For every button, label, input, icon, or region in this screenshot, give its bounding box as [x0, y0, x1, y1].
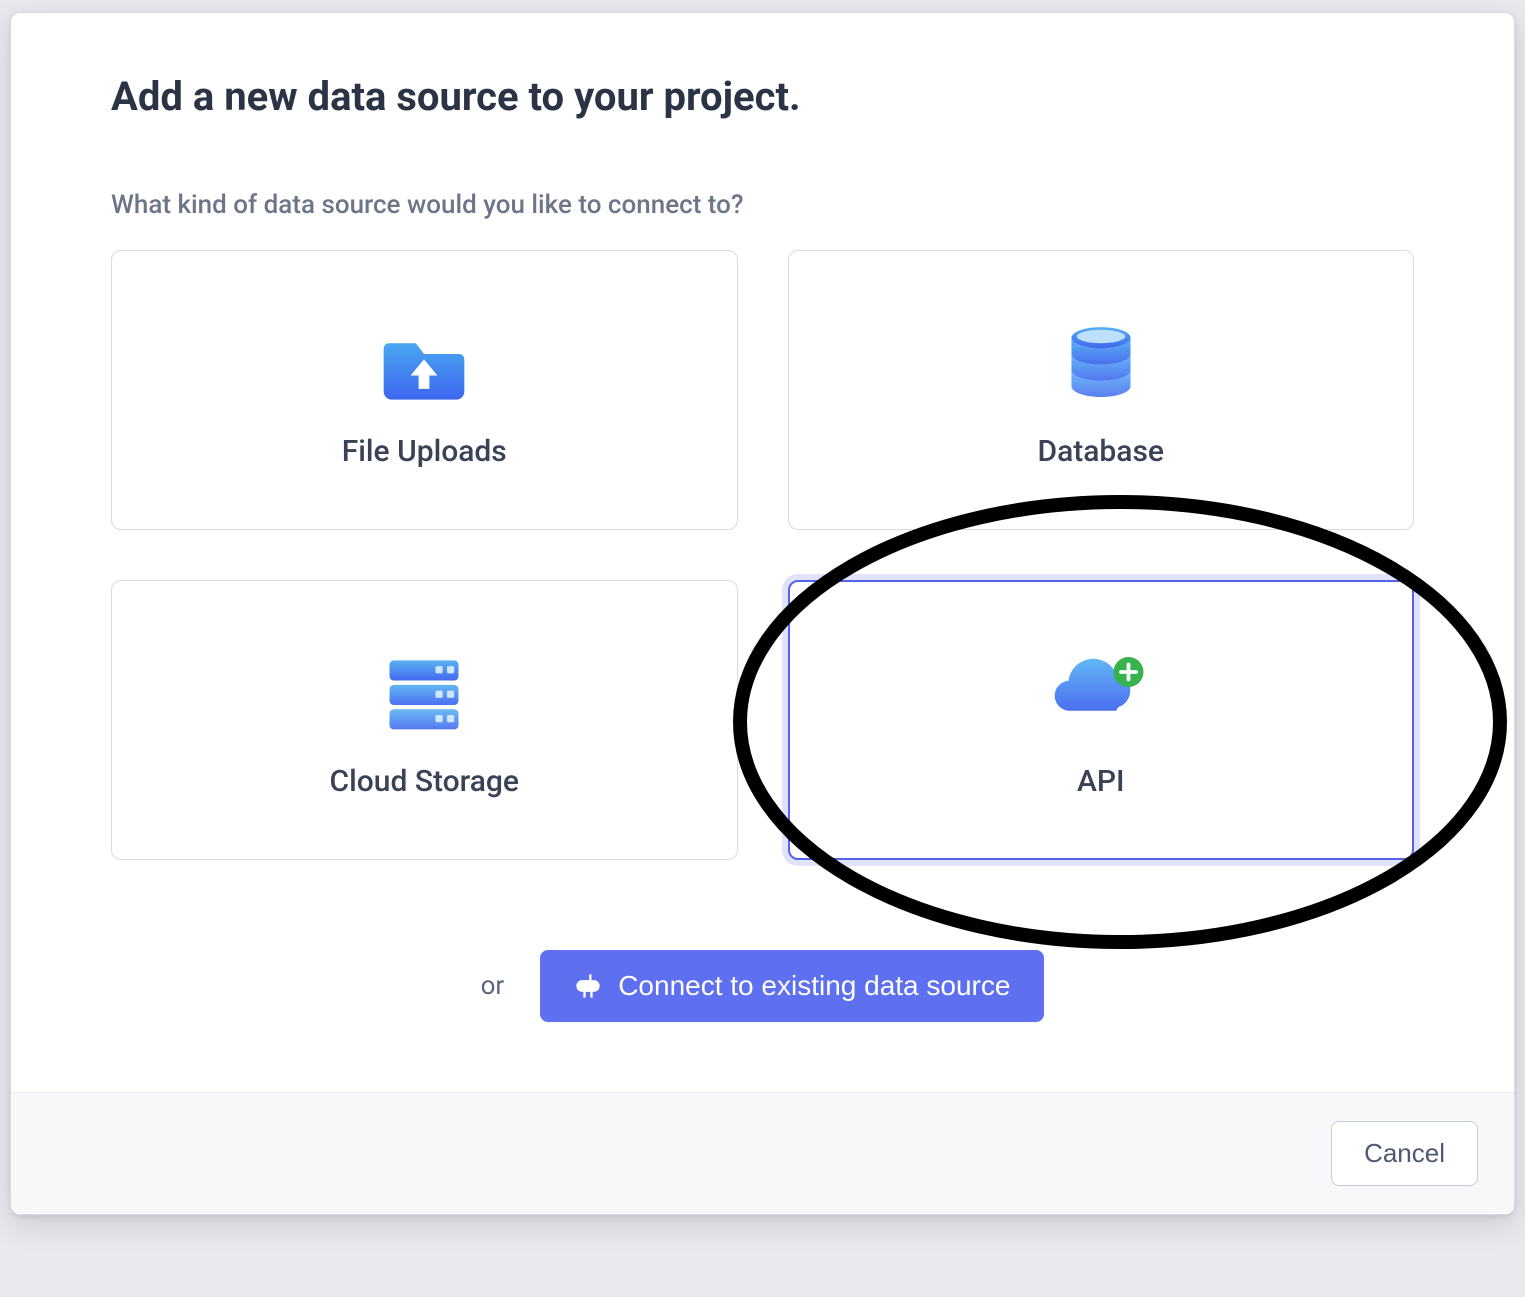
option-file-uploads[interactable]: File Uploads [111, 250, 738, 530]
modal-footer: Cancel [11, 1092, 1514, 1214]
connect-existing-label: Connect to existing data source [618, 970, 1010, 1002]
modal-backdrop: Add a new data source to your project. W… [0, 0, 1525, 1297]
option-label: File Uploads [342, 434, 507, 469]
modal-title: Add a new data source to your project. [111, 73, 1414, 120]
or-row: or Connect to existing data source [111, 950, 1414, 1022]
modal-subtitle: What kind of data source would you like … [111, 190, 1414, 220]
option-label: Cloud Storage [330, 764, 519, 799]
option-api[interactable]: API [788, 580, 1415, 860]
database-icon [1051, 312, 1151, 412]
option-label: API [1077, 764, 1125, 799]
modal-body: Add a new data source to your project. W… [11, 13, 1514, 1092]
option-label: Database [1038, 434, 1164, 469]
or-label: or [481, 971, 505, 1001]
data-source-options-grid: File Uploads [111, 250, 1414, 860]
plug-icon [574, 972, 602, 1000]
cloud-api-icon [1051, 642, 1151, 742]
add-data-source-modal: Add a new data source to your project. W… [10, 12, 1515, 1215]
option-database[interactable]: Database [788, 250, 1415, 530]
file-upload-icon [374, 312, 474, 412]
option-cloud-storage[interactable]: Cloud Storage [111, 580, 738, 860]
connect-existing-button[interactable]: Connect to existing data source [540, 950, 1044, 1022]
cancel-button[interactable]: Cancel [1331, 1121, 1478, 1186]
cloud-storage-icon [374, 642, 474, 742]
